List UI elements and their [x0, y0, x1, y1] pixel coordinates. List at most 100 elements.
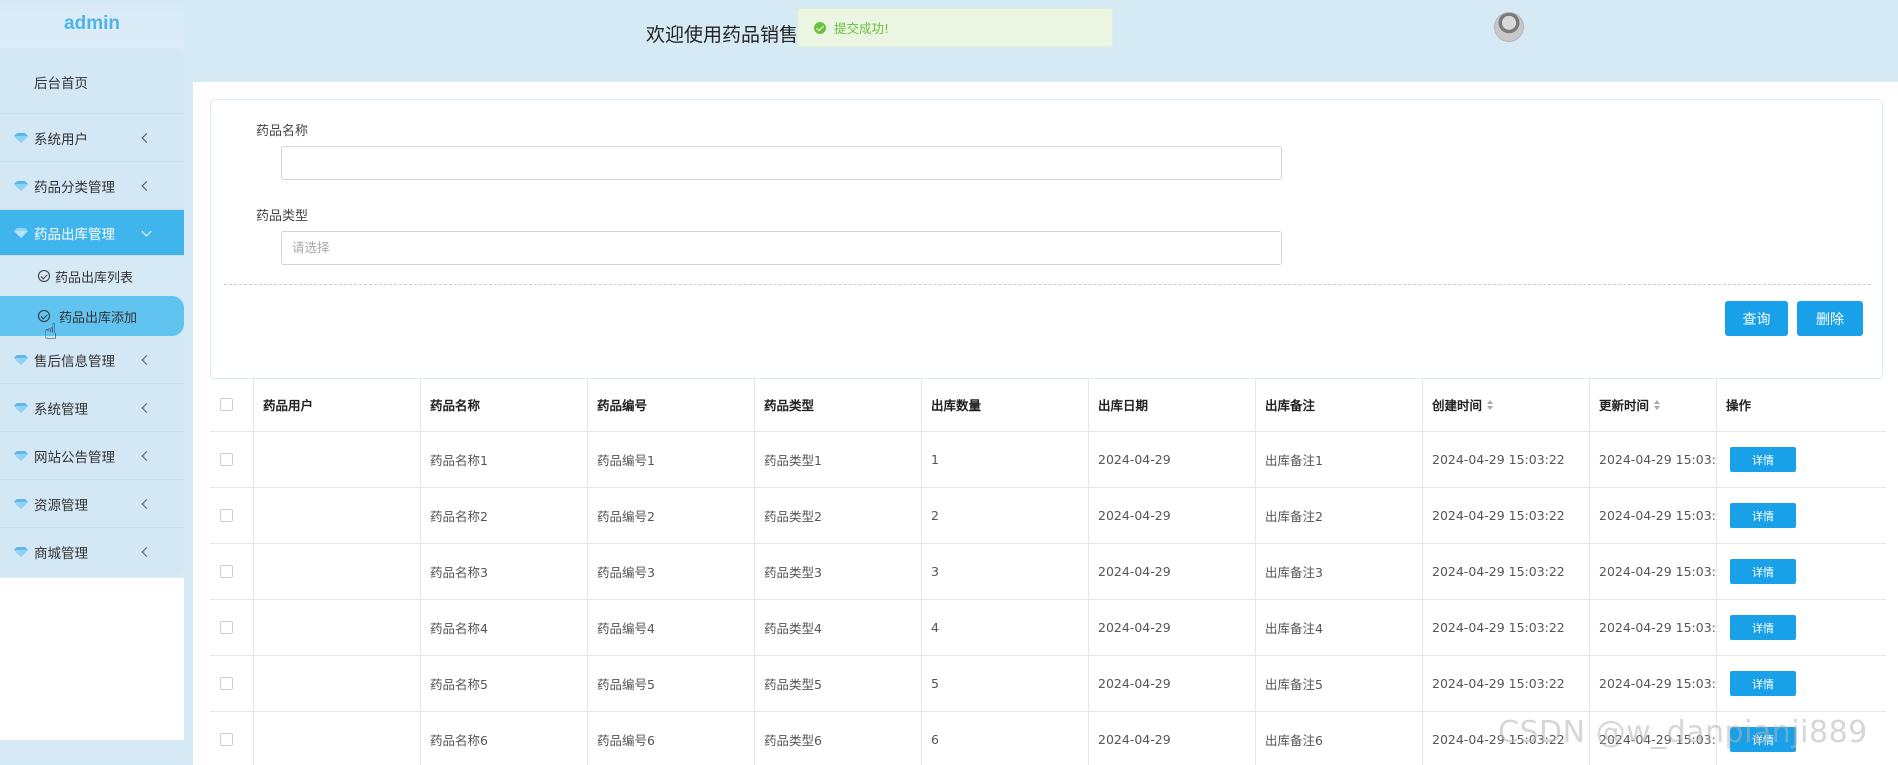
diamond-icon [14, 402, 28, 414]
cell-user [254, 488, 421, 543]
sidebar-item-announcements[interactable]: 网站公告管理 [0, 432, 184, 480]
sidebar-item-label: 资源管理 [34, 497, 88, 514]
drug-name-input[interactable] [281, 146, 1282, 180]
cell-created: 2024-04-29 15:03:22 [1423, 488, 1590, 543]
table-row: 药品名称1 药品编号1 药品类型1 1 2024-04-29 出库备注1 202… [210, 432, 1886, 488]
chevron-left-icon [141, 354, 152, 365]
cell-date: 2024-04-29 [1089, 488, 1256, 543]
sidebar-subitem-outbound-list[interactable]: 药品出库列表 [0, 256, 184, 296]
row-checkbox[interactable] [210, 712, 254, 765]
table-row: 药品名称2 药品编号2 药品类型2 2 2024-04-29 出库备注2 202… [210, 488, 1886, 544]
detail-button[interactable]: 详情 [1730, 671, 1796, 696]
cell-created: 2024-04-29 15:03:22 [1423, 600, 1590, 655]
sidebar-subitem-label: 药品出库添加 [59, 310, 138, 326]
cell-created: 2024-04-29 15:03:22 [1423, 544, 1590, 599]
sidebar-item-mall[interactable]: 商城管理 [0, 528, 184, 576]
cell-actions: 详情 [1717, 432, 1886, 487]
cell-name: 药品名称4 [421, 600, 588, 655]
row-checkbox[interactable] [210, 544, 254, 599]
delete-button[interactable]: 删除 [1797, 301, 1863, 336]
drug-type-select[interactable]: 请选择 [281, 231, 1282, 265]
diamond-icon [14, 180, 28, 192]
sidebar-item-label: 药品出库管理 [34, 226, 115, 243]
column-header-updated[interactable]: 更新时间 [1590, 378, 1717, 431]
cell-user [254, 712, 421, 765]
column-header-label: 创建时间 [1432, 398, 1483, 413]
detail-button[interactable]: 详情 [1730, 503, 1796, 528]
row-checkbox[interactable] [210, 656, 254, 711]
detail-button[interactable]: 详情 [1730, 559, 1796, 584]
diamond-icon [14, 132, 28, 144]
chevron-left-icon [141, 132, 152, 143]
column-header: 出库数量 [922, 378, 1089, 431]
avatar[interactable] [1494, 12, 1524, 42]
column-header-created[interactable]: 创建时间 [1423, 378, 1590, 431]
search-form: 药品名称 药品类型 请选择 查询 删除 [210, 99, 1883, 379]
cell-remark: 出库备注4 [1256, 600, 1423, 655]
column-header: 操作 [1726, 398, 1752, 413]
cell-user [254, 656, 421, 711]
detail-button[interactable]: 详情 [1730, 447, 1796, 472]
sidebar-item-home[interactable]: 后台首页 [0, 50, 184, 114]
select-all-checkbox[interactable] [210, 378, 254, 431]
drug-name-label: 药品名称 [256, 124, 309, 139]
cell-name: 药品名称2 [421, 488, 588, 543]
column-header: 出库日期 [1089, 378, 1256, 431]
sidebar-menu: 后台首页 系统用户 药品分类管理 药品出库管理 药品出库列表 药品出库添加 售后… [0, 50, 184, 576]
sidebar: admin 后台首页 系统用户 药品分类管理 药品出库管理 药品出库列表 药品出… [0, 0, 184, 765]
main-content: 药品名称 药品类型 请选择 查询 删除 药品用户 药品名称 药品编号 药品类型 … [193, 82, 1898, 765]
cell-code: 药品编号2 [588, 488, 755, 543]
table-row: 药品名称4 药品编号4 药品类型4 4 2024-04-29 出库备注4 202… [210, 600, 1886, 656]
cell-code: 药品编号5 [588, 656, 755, 711]
cell-remark: 出库备注2 [1256, 488, 1423, 543]
cell-qty: 5 [922, 656, 1089, 711]
cell-name: 药品名称3 [421, 544, 588, 599]
cell-type: 药品类型6 [755, 712, 922, 765]
cell-actions: 详情 [1717, 488, 1886, 543]
sidebar-item-system-users[interactable]: 系统用户 [0, 114, 184, 162]
sidebar-item-label: 药品分类管理 [34, 179, 115, 196]
row-checkbox[interactable] [210, 488, 254, 543]
sort-icon[interactable] [1487, 399, 1494, 411]
cell-type: 药品类型1 [755, 432, 922, 487]
cell-date: 2024-04-29 [1089, 544, 1256, 599]
cell-code: 药品编号6 [588, 712, 755, 765]
row-checkbox[interactable] [210, 600, 254, 655]
sidebar-item-resources[interactable]: 资源管理 [0, 480, 184, 528]
sort-icon[interactable] [1654, 399, 1661, 411]
cell-user [254, 600, 421, 655]
outbound-submenu: 药品出库列表 药品出库添加 [0, 256, 184, 336]
cell-user [254, 432, 421, 487]
success-check-icon [814, 21, 826, 34]
sidebar-item-after-sales[interactable]: 售后信息管理 [0, 336, 184, 384]
column-header: 药品类型 [755, 378, 922, 431]
cell-remark: 出库备注6 [1256, 712, 1423, 765]
cell-actions: 详情 [1717, 600, 1886, 655]
column-header: 药品编号 [588, 378, 755, 431]
toast-message: 提交成功! [834, 21, 890, 36]
sidebar-item-outbound[interactable]: 药品出库管理 [0, 210, 184, 256]
sidebar-item-system-management[interactable]: 系统管理 [0, 384, 184, 432]
diamond-icon [14, 546, 28, 558]
cell-updated: 2024-04-29 15:03:22 [1590, 544, 1717, 599]
chevron-down-icon [141, 226, 152, 237]
cell-name: 药品名称1 [421, 432, 588, 487]
cell-updated: 2024-04-29 15:03:22 [1590, 488, 1717, 543]
diamond-icon [14, 354, 28, 366]
cell-date: 2024-04-29 [1089, 656, 1256, 711]
sidebar-item-label: 售后信息管理 [34, 353, 115, 370]
sidebar-subitem-label: 药品出库列表 [55, 270, 134, 286]
sidebar-subitem-outbound-add[interactable]: 药品出库添加 [0, 296, 184, 336]
query-button[interactable]: 查询 [1725, 301, 1788, 336]
detail-button[interactable]: 详情 [1730, 615, 1796, 640]
cell-updated: 2024-04-29 15:03:22 [1590, 656, 1717, 711]
column-header-label: 更新时间 [1599, 398, 1650, 413]
sidebar-item-category[interactable]: 药品分类管理 [0, 162, 184, 210]
sidebar-blank-area [0, 578, 184, 740]
row-checkbox[interactable] [210, 432, 254, 487]
cell-qty: 6 [922, 712, 1089, 765]
hand-cursor-icon: ☝ [44, 320, 58, 345]
column-header: 药品名称 [421, 378, 588, 431]
cell-qty: 1 [922, 432, 1089, 487]
success-toast: 提交成功! [797, 8, 1113, 47]
